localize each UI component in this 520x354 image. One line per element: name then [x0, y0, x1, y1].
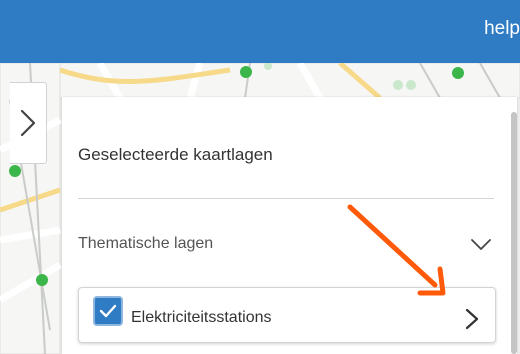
- panel-divider: [78, 198, 494, 199]
- layer-item-elektriciteitsstations[interactable]: Elektriciteitsstations: [78, 287, 496, 343]
- panel-scrollbar[interactable]: [511, 112, 517, 354]
- help-link[interactable]: help: [484, 17, 520, 41]
- top-bar: help: [0, 0, 520, 63]
- panel-title: Geselecteerde kaartlagen: [78, 145, 273, 164]
- chevron-right-icon[interactable]: [465, 308, 479, 330]
- chevron-down-icon[interactable]: [470, 237, 492, 253]
- layer-checkbox[interactable]: [93, 296, 123, 326]
- sidebar-toggle-button[interactable]: [10, 82, 47, 164]
- checkmark-icon: [99, 304, 117, 318]
- section-thematic-layers[interactable]: Thematische lagen: [78, 233, 213, 255]
- chevron-right-icon: [20, 109, 36, 137]
- layer-label: Elektriciteitsstations: [131, 309, 272, 326]
